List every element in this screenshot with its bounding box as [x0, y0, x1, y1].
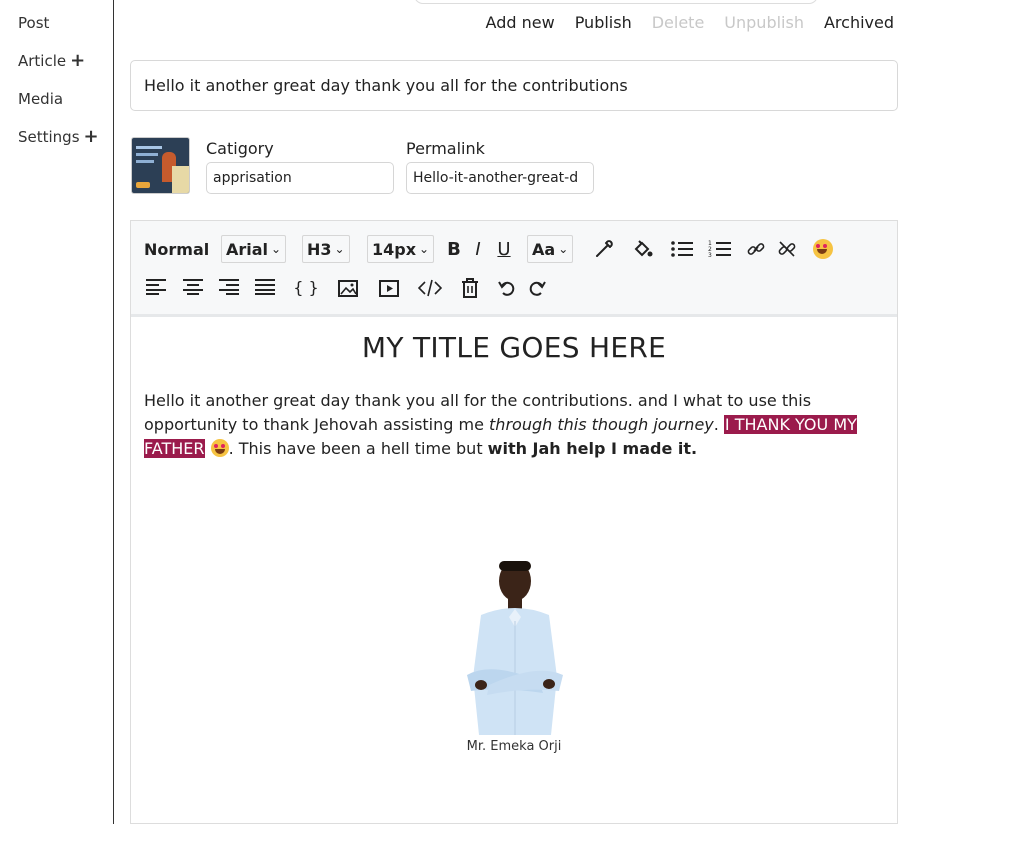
- archived-button[interactable]: Archived: [824, 13, 894, 32]
- chevron-down-icon: ⌄: [334, 242, 345, 256]
- bold-button[interactable]: B: [445, 235, 463, 263]
- plus-icon[interactable]: +: [84, 128, 99, 146]
- undo-icon[interactable]: [496, 276, 518, 300]
- unlink-icon[interactable]: [776, 237, 798, 261]
- sidebar-item-article[interactable]: Article +: [18, 52, 85, 71]
- sidebar: Post Article + Media Settings +: [0, 0, 114, 824]
- heading-value: H3: [307, 239, 332, 259]
- numbered-list-icon[interactable]: 123: [707, 237, 733, 261]
- permalink-input[interactable]: Hello-it-another-great-d: [406, 162, 594, 194]
- bold-text: with Jah help I made it.: [487, 439, 698, 458]
- link-icon[interactable]: [745, 237, 767, 261]
- emoji-icon[interactable]: [812, 237, 834, 261]
- svg-text:3: 3: [708, 252, 712, 259]
- image-icon[interactable]: [335, 276, 361, 300]
- sidebar-item-label: Article: [18, 52, 67, 70]
- featured-image-thumbnail[interactable]: [131, 137, 190, 194]
- editor-toolbar: Normal Arial ⌄ H3 ⌄ 14px ⌄ B I U Aa ⌄ 123: [131, 221, 897, 317]
- paragraph-text: .: [713, 415, 724, 434]
- document-title: MY TITLE GOES HERE: [361, 331, 667, 364]
- document-paragraph: Hello it another great day thank you all…: [144, 389, 874, 461]
- chevron-down-icon: ⌄: [558, 242, 569, 256]
- delete-button: Delete: [651, 13, 705, 32]
- font-family-value: Arial: [226, 239, 269, 259]
- video-icon[interactable]: [376, 276, 402, 300]
- top-search-pill: [414, 0, 818, 4]
- bullet-list-icon[interactable]: [669, 237, 695, 261]
- plus-icon[interactable]: +: [70, 52, 85, 70]
- font-size-value: 14px: [372, 239, 417, 259]
- chevron-down-icon: ⌄: [419, 242, 430, 256]
- permalink-label: Permalink: [406, 139, 485, 158]
- text-case-value: Aa: [532, 239, 556, 259]
- publish-button[interactable]: Publish: [575, 13, 632, 32]
- italic-button[interactable]: I: [471, 235, 485, 263]
- font-family-select[interactable]: Arial ⌄: [221, 235, 287, 263]
- align-right-icon[interactable]: [217, 275, 241, 299]
- sidebar-item-settings[interactable]: Settings +: [18, 128, 99, 147]
- align-justify-icon[interactable]: [253, 275, 277, 299]
- paragraph-text: . This have been a hell time but: [228, 439, 488, 458]
- code-block-button[interactable]: { }: [293, 275, 319, 299]
- chevron-down-icon: ⌄: [271, 242, 282, 256]
- sidebar-item-media[interactable]: Media: [18, 90, 63, 108]
- unpublish-button: Unpublish: [724, 13, 804, 32]
- heart-eyes-emoji-icon: [210, 439, 229, 457]
- redo-icon[interactable]: [526, 276, 548, 300]
- sidebar-item-label: Settings: [18, 128, 80, 146]
- font-size-select[interactable]: 14px ⌄: [367, 235, 435, 263]
- image-caption: Mr. Emeka Orji: [466, 739, 562, 754]
- sidebar-item-label: Post: [18, 14, 50, 32]
- rich-text-editor: Normal Arial ⌄ H3 ⌄ 14px ⌄ B I U Aa ⌄ 123: [130, 220, 898, 824]
- action-bar: Add new Publish Delete Unpublish Archive…: [486, 13, 894, 32]
- category-label: Catigory: [206, 139, 274, 158]
- paint-bucket-icon[interactable]: [631, 237, 655, 261]
- heading-select[interactable]: H3 ⌄: [302, 235, 350, 263]
- eyedropper-icon[interactable]: [593, 237, 615, 261]
- add-new-button[interactable]: Add new: [486, 13, 555, 32]
- italic-text: through this though journey: [489, 415, 714, 434]
- align-center-icon[interactable]: [181, 275, 205, 299]
- trash-icon[interactable]: [459, 276, 481, 300]
- category-input[interactable]: apprisation: [206, 162, 394, 194]
- post-title-input[interactable]: Hello it another great day thank you all…: [130, 60, 898, 111]
- sidebar-item-post[interactable]: Post: [18, 14, 49, 32]
- person-photo: [461, 557, 569, 735]
- sidebar-item-label: Media: [18, 90, 64, 108]
- code-view-icon[interactable]: [417, 276, 443, 300]
- text-case-select[interactable]: Aa ⌄: [527, 235, 574, 263]
- editor-content[interactable]: MY TITLE GOES HERE Hello it another grea…: [131, 317, 897, 823]
- align-left-icon[interactable]: [144, 275, 168, 299]
- block-style-select[interactable]: Normal: [144, 235, 209, 263]
- underline-button[interactable]: U: [495, 235, 513, 263]
